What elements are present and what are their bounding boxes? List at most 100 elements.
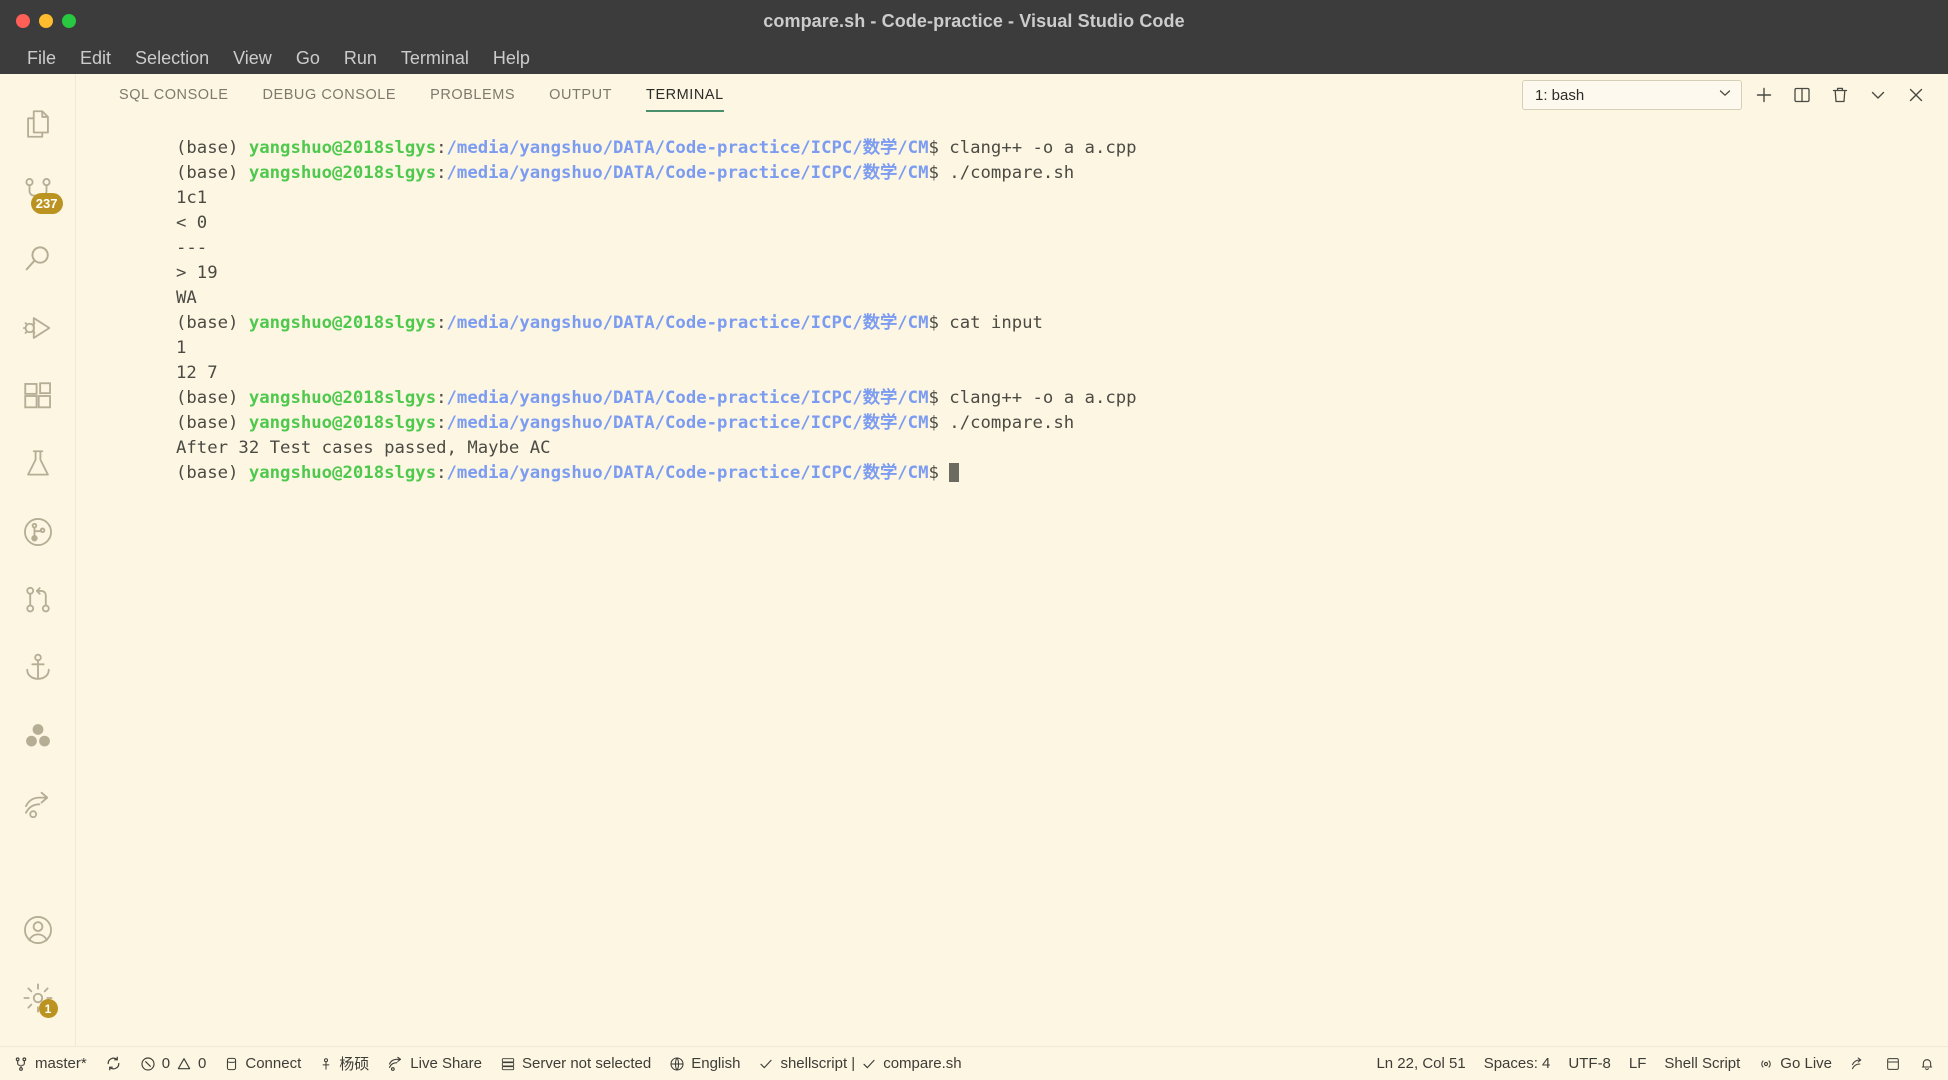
terminal-line: > 19 [176, 261, 1948, 286]
status-shellcheck-file: compare.sh [883, 1055, 962, 1072]
activity-item-extensions[interactable] [0, 362, 76, 430]
terminal-prompt-dollar: $ [928, 163, 950, 183]
bell-icon [1919, 1056, 1935, 1072]
database-icon [224, 1056, 239, 1072]
terminal-prompt-env: (base) [176, 313, 249, 333]
kill-terminal-button[interactable] [1824, 79, 1856, 111]
menu-view[interactable]: View [222, 45, 283, 72]
status-language-mode[interactable]: Shell Script [1655, 1055, 1749, 1072]
terminal-prompt-colon: : [436, 463, 447, 483]
activity-item-remote-explorer[interactable] [0, 770, 76, 838]
terminal-prompt-dollar: $ [928, 388, 950, 408]
status-indentation[interactable]: Spaces: 4 [1475, 1055, 1560, 1072]
close-button[interactable] [16, 14, 30, 28]
remote-arrow-icon [1850, 1056, 1867, 1072]
beaker-icon [21, 447, 55, 481]
tab-output[interactable]: OUTPUT [532, 74, 629, 116]
maximize-button[interactable] [62, 14, 76, 28]
window-controls [0, 14, 76, 28]
activity-item-accounts[interactable] [0, 896, 76, 964]
menu-terminal[interactable]: Terminal [390, 45, 480, 72]
menu-file[interactable]: File [16, 45, 67, 72]
remote-arrow-icon [21, 787, 55, 821]
status-language-english[interactable]: English [660, 1047, 749, 1080]
menu-selection[interactable]: Selection [124, 45, 220, 72]
terminal-command: cat input [949, 313, 1043, 333]
status-account-label: 杨硕 [339, 1056, 370, 1073]
terminal-line: 1c1 [176, 186, 1948, 211]
activity-item-source-control[interactable]: 237 [0, 158, 76, 226]
live-share-icon [387, 1056, 404, 1072]
maximize-panel-button[interactable] [1862, 79, 1894, 111]
status-server-label: Server not selected [521, 1055, 652, 1072]
status-problems[interactable]: 0 0 [131, 1047, 216, 1080]
new-terminal-button[interactable] [1748, 79, 1780, 111]
person-icon [319, 1056, 333, 1072]
minimize-button[interactable] [39, 14, 53, 28]
status-sync[interactable] [96, 1047, 131, 1080]
window-body: 237 1 SQL CONSOLE DEBUG CONSOLE PROBLEMS… [0, 74, 1948, 1046]
status-warning-count: 0 [198, 1055, 207, 1072]
status-encoding[interactable]: UTF-8 [1559, 1055, 1620, 1072]
terminal-prompt-user: yangshuo@2018slgys [248, 463, 437, 483]
settings-badge: 1 [38, 999, 58, 1018]
activity-item-run-and-debug[interactable] [0, 294, 76, 362]
status-branch[interactable]: master* [4, 1047, 96, 1080]
terminal-command: ./compare.sh [949, 163, 1075, 183]
terminal-prompt-path: /media/yangshuo/DATA/Code-practice/ICPC/… [446, 413, 929, 433]
status-connect[interactable]: Connect [215, 1047, 310, 1080]
status-go-live[interactable]: Go Live [1749, 1055, 1841, 1072]
status-bell[interactable] [1910, 1056, 1944, 1072]
activity-item-testing[interactable] [0, 430, 76, 498]
menu-edit[interactable]: Edit [69, 45, 122, 72]
terminal-line: --- [176, 236, 1948, 261]
vscode-window: compare.sh - Code-practice - Visual Stud… [0, 0, 1948, 1080]
terminal-prompt-user: yangshuo@2018slgys [248, 163, 437, 183]
status-account[interactable]: 杨硕 [310, 1047, 378, 1080]
terminal-prompt-env: (base) [176, 138, 249, 158]
activity-item-docker[interactable] [0, 634, 76, 702]
activity-item-pull-requests[interactable] [0, 566, 76, 634]
status-remote-indicator[interactable] [1841, 1056, 1876, 1072]
trash-icon [1830, 85, 1850, 105]
check-icon [861, 1056, 877, 1072]
terminal-line: 1 [176, 336, 1948, 361]
menu-go[interactable]: Go [285, 45, 331, 72]
terminal-output-text: 12 7 [176, 363, 218, 383]
terminal-selector[interactable]: 1: bash [1522, 80, 1742, 110]
layout-icon [1885, 1056, 1901, 1072]
terminal-output[interactable]: (base) yangshuo@2018slgys: /media/yangshu… [76, 116, 1948, 1046]
close-panel-button[interactable] [1900, 79, 1932, 111]
menu-help[interactable]: Help [482, 45, 541, 72]
status-notebook[interactable] [1876, 1056, 1910, 1072]
close-icon [1906, 85, 1926, 105]
tab-terminal[interactable]: TERMINAL [629, 74, 741, 116]
run-debug-icon [21, 311, 55, 345]
activity-item-git-graph[interactable] [0, 498, 76, 566]
status-live-share[interactable]: Live Share [378, 1047, 491, 1080]
tab-debug-console[interactable]: DEBUG CONSOLE [245, 74, 413, 116]
tab-sql-console[interactable]: SQL CONSOLE [102, 74, 245, 116]
activity-item-live-share[interactable] [0, 702, 76, 770]
status-shellcheck[interactable]: shellscript | compare.sh [749, 1047, 970, 1080]
activity-item-explorer[interactable] [0, 90, 76, 158]
split-terminal-button[interactable] [1786, 79, 1818, 111]
activity-item-search[interactable] [0, 226, 76, 294]
terminal-prompt-colon: : [436, 138, 447, 158]
terminal-line: (base) yangshuo@2018slgys:/media/yangshu… [176, 461, 1948, 486]
terminal-command: clang++ -o a a.cpp [949, 388, 1137, 408]
warning-icon [176, 1056, 192, 1072]
terminal-output-text: --- [176, 238, 208, 258]
menu-run[interactable]: Run [333, 45, 388, 72]
status-cursor-position[interactable]: Ln 22, Col 51 [1367, 1055, 1474, 1072]
terminal-output-text: After 32 Test cases passed, Maybe AC [176, 438, 551, 458]
anchor-icon [21, 651, 55, 685]
terminal-prompt-user: yangshuo@2018slgys [248, 388, 437, 408]
status-eol[interactable]: LF [1620, 1055, 1656, 1072]
tab-problems[interactable]: PROBLEMS [413, 74, 532, 116]
terminal-line: (base) yangshuo@2018slgys:/media/yangshu… [176, 136, 1948, 161]
split-icon [1792, 85, 1812, 105]
activity-item-manage-settings[interactable]: 1 [0, 964, 76, 1032]
broadcast-icon [1758, 1056, 1774, 1072]
status-server[interactable]: Server not selected [491, 1047, 660, 1080]
